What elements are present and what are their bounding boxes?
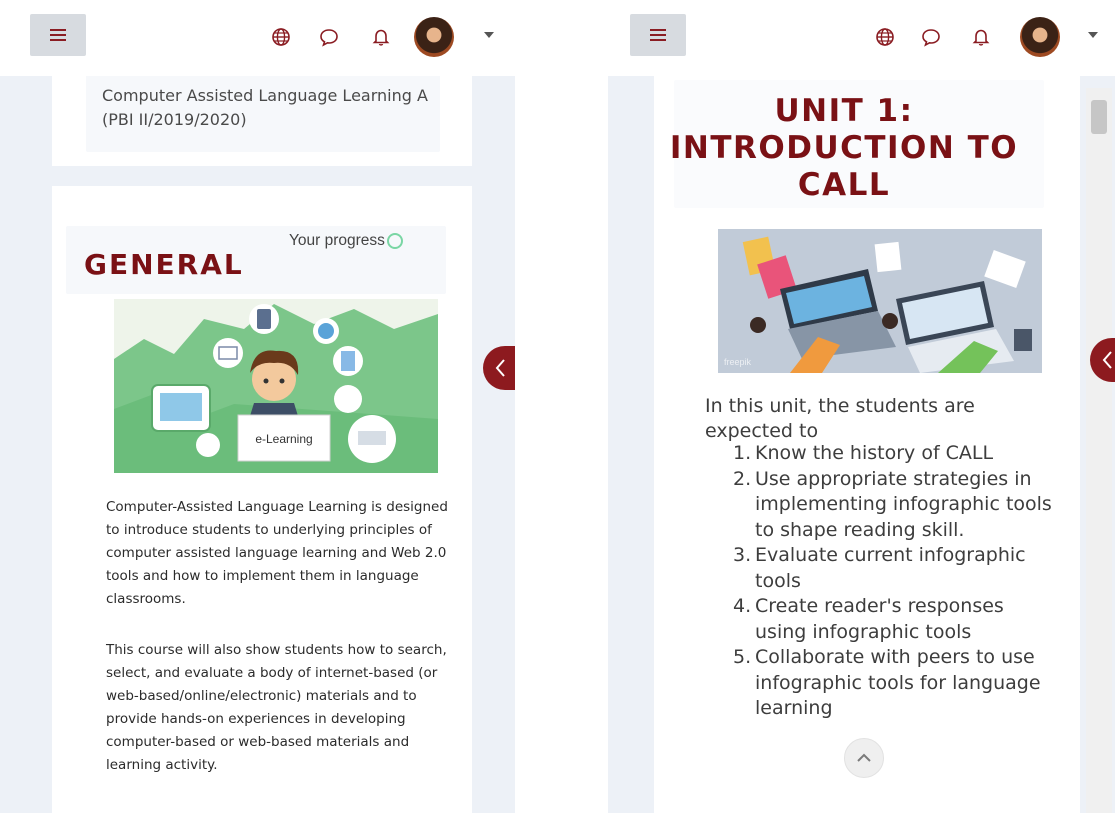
- coffee-cup-right: [882, 313, 898, 329]
- unit-title-line-3: CALL: [797, 167, 891, 203]
- scrollbar-thumb[interactable]: [1091, 100, 1107, 134]
- chat-bubble-icon: [922, 29, 940, 47]
- progress-label: Your progress: [289, 232, 385, 249]
- unit-intro-text: In this unit, the students are expected …: [705, 395, 975, 442]
- objective-item-5: 5. Collaborate with peers to use infograp…: [733, 645, 1053, 722]
- keyboard-picture: [358, 431, 386, 445]
- course-title: Computer Assisted Language Learning A (P…: [102, 86, 428, 129]
- bell-icon: [372, 29, 390, 46]
- coffee-cup-left: [750, 317, 766, 333]
- objective-text: Use appropriate strategies in implementi…: [755, 467, 1052, 541]
- course-description-2: This course will also show students how …: [106, 642, 447, 773]
- notifications-button[interactable]: [370, 26, 392, 48]
- back-to-top-button[interactable]: [844, 738, 884, 778]
- section-heading: GENERAL: [84, 248, 244, 281]
- top-navigation-bar: [608, 0, 1115, 76]
- progress-check-icon[interactable]: [386, 233, 403, 249]
- messages-button[interactable]: [318, 26, 340, 48]
- hamburger-menu-icon: [650, 29, 666, 41]
- globe-icon: [876, 28, 894, 46]
- objective-item-3: 3. Evaluate current infographic tools: [733, 543, 1053, 594]
- tablet-icon: [257, 309, 271, 329]
- boy-eye-left: [263, 378, 269, 384]
- globe-picture: [318, 323, 334, 339]
- unit-title-line-1: UNIT 1:: [774, 93, 914, 129]
- objective-item-1: 1. Know the history of CALL: [733, 441, 1053, 467]
- monitor-screen: [160, 393, 202, 421]
- chevron-up-icon: [857, 753, 871, 762]
- chat-bubble-icon: [320, 29, 338, 47]
- messages-button[interactable]: [920, 26, 942, 48]
- objective-item-2: 2. Use appropriate strategies in implemen…: [733, 467, 1053, 544]
- elearning-sign-label: e-Learning: [255, 432, 312, 446]
- right-phone-screen: UNIT 1: INTRODUCTION TO CALL freepik In …: [608, 0, 1115, 813]
- objective-number: 5.: [733, 646, 752, 668]
- elearning-illustration: e-Learning: [114, 299, 438, 473]
- course-description-1: Computer-Assisted Language Learning is d…: [106, 499, 448, 607]
- language-button[interactable]: [874, 26, 896, 48]
- language-button[interactable]: [270, 26, 292, 48]
- menu-button[interactable]: [630, 14, 686, 56]
- objective-item-4: 4. Create reader's responses using infogr…: [733, 594, 1053, 645]
- paper-note: [874, 241, 902, 273]
- chevron-left-icon: [1102, 351, 1112, 369]
- left-phone-screen: Computer Assisted Language Learning A (P…: [0, 0, 515, 813]
- objective-text: Evaluate current infographic tools: [755, 544, 1026, 592]
- caret-down-icon: [1088, 32, 1098, 38]
- objective-text: Collaborate with peers to use infographi…: [755, 646, 1041, 719]
- chart-bubble: [334, 385, 362, 413]
- caret-down-icon: [484, 32, 494, 38]
- scrollbar-track[interactable]: [1086, 88, 1112, 813]
- progress-indicator[interactable]: Your progress: [289, 232, 403, 250]
- chevron-left-icon: [495, 359, 505, 377]
- objective-text: Know the history of CALL: [755, 442, 994, 464]
- globe-icon: [272, 28, 290, 46]
- calculator-picture: [1014, 329, 1032, 351]
- notifications-button[interactable]: [970, 26, 992, 48]
- top-navigation-bar: [0, 0, 515, 76]
- bell-icon: [972, 29, 990, 46]
- boy-eye-right: [279, 378, 285, 384]
- objective-number: 4.: [733, 595, 752, 617]
- image-watermark: freepik: [724, 357, 752, 367]
- menu-button[interactable]: [30, 14, 86, 56]
- document-icon: [341, 351, 355, 371]
- workspace-illustration: freepik: [718, 229, 1042, 373]
- hamburger-menu-icon: [50, 29, 66, 41]
- user-menu-toggle[interactable]: [482, 28, 496, 42]
- objective-number: 2.: [733, 467, 752, 490]
- mail-icon: [218, 346, 238, 360]
- objectives-list: 1. Know the history of CALL 2. Use appropr…: [733, 441, 1053, 722]
- user-avatar[interactable]: [1020, 17, 1060, 57]
- unit-title-line-2: INTRODUCTION TO: [669, 130, 1019, 166]
- user-avatar[interactable]: [414, 17, 454, 57]
- objective-number: 1.: [733, 442, 752, 464]
- objective-number: 3.: [733, 544, 752, 566]
- user-menu-toggle[interactable]: [1086, 28, 1100, 42]
- objective-text: Create reader's responses using infograp…: [755, 595, 1004, 643]
- chat-bubble-small: [196, 433, 220, 457]
